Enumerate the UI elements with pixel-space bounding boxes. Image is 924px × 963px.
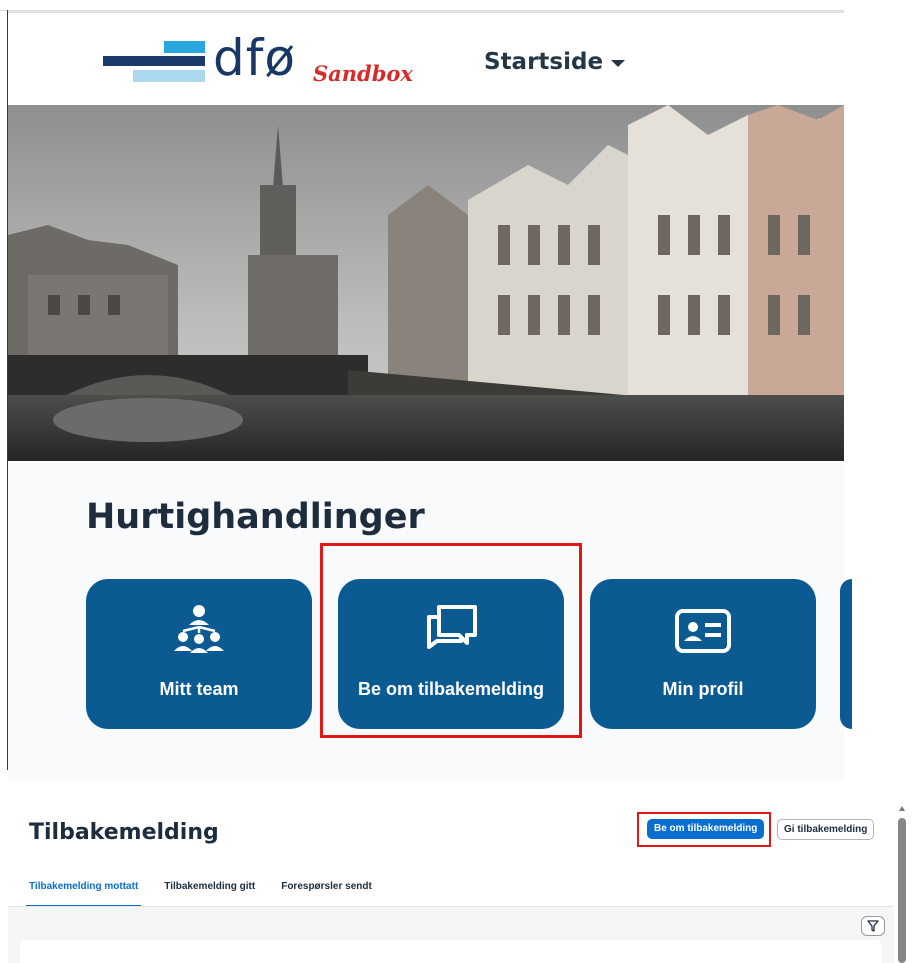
tile-min-profil[interactable]: Min profil bbox=[590, 579, 816, 729]
tab-bar: Tilbakemelding mottatt Tilbakemelding gi… bbox=[25, 881, 372, 907]
tab-requests-sent[interactable]: Forespørsler sendt bbox=[281, 881, 372, 907]
tab-received[interactable]: Tilbakemelding mottatt bbox=[25, 881, 142, 907]
logo-bar bbox=[164, 41, 205, 53]
panel-border bbox=[7, 10, 8, 770]
logo-bar bbox=[103, 56, 205, 66]
tile-partial[interactable] bbox=[840, 579, 852, 729]
highlight-box bbox=[637, 812, 771, 847]
hero-image bbox=[8, 105, 844, 461]
give-feedback-button[interactable]: Gi tilbakemelding bbox=[777, 819, 875, 840]
tile-label: Mitt team bbox=[159, 679, 239, 699]
quick-actions-title: Hurtighandlinger bbox=[86, 497, 425, 537]
tile-mitt-team[interactable]: Mitt team bbox=[86, 579, 312, 729]
filter-icon bbox=[867, 920, 879, 932]
sandbox-badge: Sandbox bbox=[313, 61, 413, 86]
scroll-up-icon[interactable] bbox=[899, 806, 905, 811]
startside-label: Startside bbox=[484, 49, 604, 75]
filter-button[interactable] bbox=[861, 916, 885, 936]
content-card bbox=[20, 940, 882, 963]
dfo-logo[interactable]: dfø Sandbox bbox=[103, 29, 433, 97]
app-header: dfø Sandbox Startside bbox=[8, 11, 844, 105]
caret-down-icon bbox=[611, 59, 626, 67]
logo-text: dfø bbox=[213, 29, 296, 87]
scrollbar-thumb[interactable] bbox=[898, 818, 906, 963]
profile-card-icon bbox=[675, 609, 731, 653]
page-title: Tilbakemelding bbox=[29, 820, 219, 845]
logo-bar bbox=[133, 70, 205, 82]
startside-menu[interactable]: Startside bbox=[484, 49, 626, 75]
tile-label: Min profil bbox=[662, 679, 744, 699]
team-icon bbox=[174, 605, 224, 653]
tab-given[interactable]: Tilbakemelding gitt bbox=[164, 881, 255, 907]
highlight-box bbox=[320, 543, 582, 738]
vertical-scrollbar[interactable] bbox=[897, 806, 907, 963]
